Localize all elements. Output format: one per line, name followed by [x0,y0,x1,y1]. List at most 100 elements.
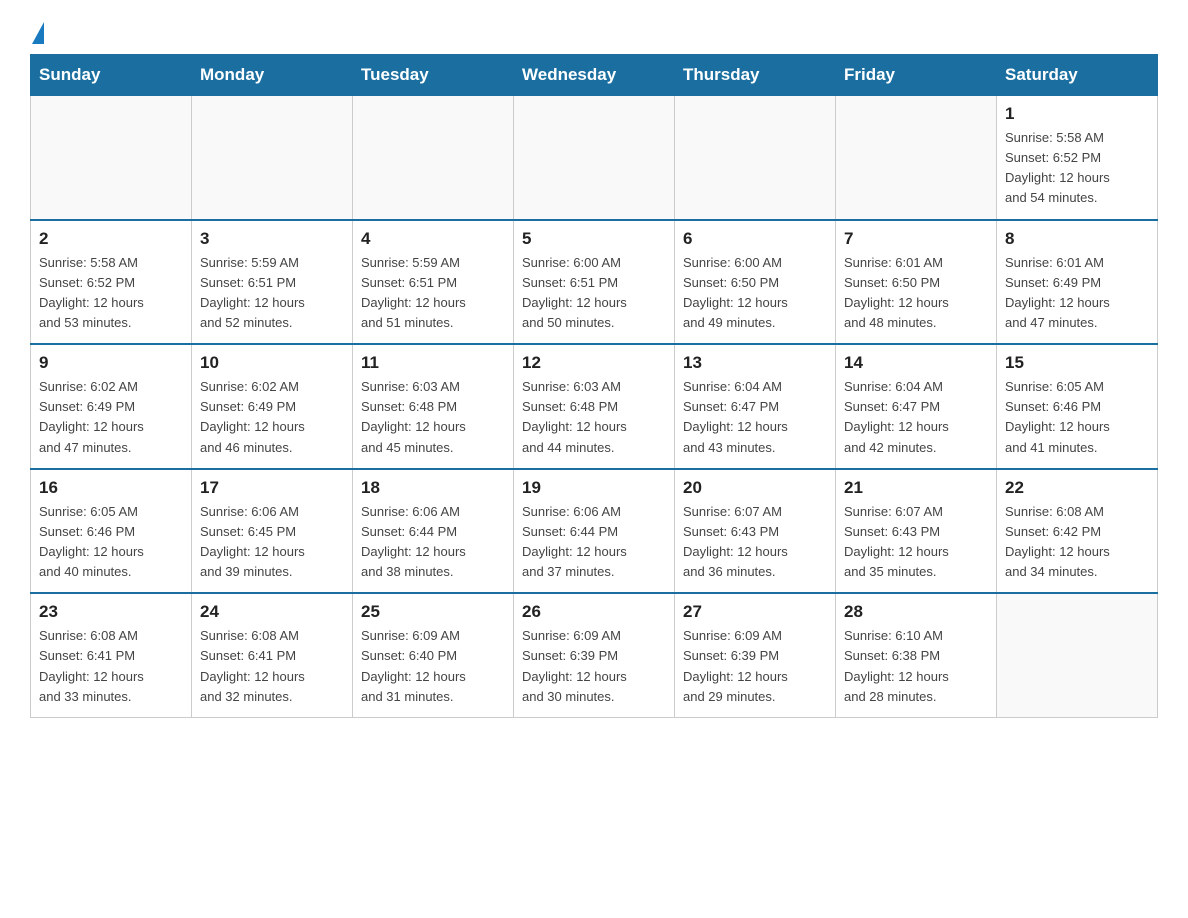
day-info: Sunrise: 6:08 AM Sunset: 6:41 PM Dayligh… [200,626,344,707]
day-number: 21 [844,478,988,498]
day-number: 18 [361,478,505,498]
day-info: Sunrise: 6:02 AM Sunset: 6:49 PM Dayligh… [39,377,183,458]
day-number: 9 [39,353,183,373]
day-number: 8 [1005,229,1149,249]
calendar-header-row: SundayMondayTuesdayWednesdayThursdayFrid… [31,55,1158,96]
day-info: Sunrise: 6:00 AM Sunset: 6:50 PM Dayligh… [683,253,827,334]
day-number: 15 [1005,353,1149,373]
calendar-cell: 26 Sunrise: 6:09 AM Sunset: 6:39 PM Dayli… [514,593,675,717]
week-row-4: 16 Sunrise: 6:05 AM Sunset: 6:46 PM Dayli… [31,469,1158,594]
page-header [30,20,1158,44]
header-thursday: Thursday [675,55,836,96]
calendar-cell [31,96,192,220]
calendar-cell: 16 Sunrise: 6:05 AM Sunset: 6:46 PM Dayli… [31,469,192,594]
day-number: 16 [39,478,183,498]
day-info: Sunrise: 6:09 AM Sunset: 6:40 PM Dayligh… [361,626,505,707]
calendar-cell: 18Sunrise: 6:06 AM Sunset: 6:44 PM Dayli… [353,469,514,594]
calendar-cell: 6 Sunrise: 6:00 AM Sunset: 6:50 PM Daylig… [675,220,836,345]
day-number: 28 [844,602,988,622]
day-number: 27 [683,602,827,622]
day-info: Sunrise: 5:58 AM Sunset: 6:52 PM Dayligh… [1005,128,1149,209]
calendar-cell: 14 Sunrise: 6:04 AM Sunset: 6:47 PM Dayli… [836,344,997,469]
day-number: 24 [200,602,344,622]
day-info: Sunrise: 5:59 AM Sunset: 6:51 PM Dayligh… [200,253,344,334]
calendar-cell: 9 Sunrise: 6:02 AM Sunset: 6:49 PM Daylig… [31,344,192,469]
day-number: 26 [522,602,666,622]
calendar-cell: 24 Sunrise: 6:08 AM Sunset: 6:41 PM Dayli… [192,593,353,717]
calendar-cell [353,96,514,220]
day-info: Sunrise: 6:09 AM Sunset: 6:39 PM Dayligh… [522,626,666,707]
logo-triangle-icon [32,22,44,44]
day-number: 19 [522,478,666,498]
calendar-cell: 8 Sunrise: 6:01 AM Sunset: 6:49 PM Daylig… [997,220,1158,345]
day-info: Sunrise: 6:03 AM Sunset: 6:48 PM Dayligh… [522,377,666,458]
day-info: Sunrise: 6:00 AM Sunset: 6:51 PM Dayligh… [522,253,666,334]
day-number: 20 [683,478,827,498]
week-row-5: 23 Sunrise: 6:08 AM Sunset: 6:41 PM Dayli… [31,593,1158,717]
day-info: Sunrise: 6:04 AM Sunset: 6:47 PM Dayligh… [683,377,827,458]
day-number: 2 [39,229,183,249]
day-number: 1 [1005,104,1149,124]
day-number: 10 [200,353,344,373]
calendar-cell: 1 Sunrise: 5:58 AM Sunset: 6:52 PM Daylig… [997,96,1158,220]
calendar-cell: 20 Sunrise: 6:07 AM Sunset: 6:43 PM Dayli… [675,469,836,594]
day-number: 14 [844,353,988,373]
header-friday: Friday [836,55,997,96]
header-monday: Monday [192,55,353,96]
day-info: Sunrise: 6:01 AM Sunset: 6:49 PM Dayligh… [1005,253,1149,334]
calendar-cell [836,96,997,220]
day-info: Sunrise: 6:05 AM Sunset: 6:46 PM Dayligh… [39,502,183,583]
calendar-cell: 21 Sunrise: 6:07 AM Sunset: 6:43 PM Dayli… [836,469,997,594]
day-info: Sunrise: 6:01 AM Sunset: 6:50 PM Dayligh… [844,253,988,334]
day-number: 4 [361,229,505,249]
calendar-cell: 11 Sunrise: 6:03 AM Sunset: 6:48 PM Dayli… [353,344,514,469]
calendar-cell: 25 Sunrise: 6:09 AM Sunset: 6:40 PM Dayli… [353,593,514,717]
header-tuesday: Tuesday [353,55,514,96]
calendar-cell: 27 Sunrise: 6:09 AM Sunset: 6:39 PM Dayli… [675,593,836,717]
day-info: Sunrise: 6:02 AM Sunset: 6:49 PM Dayligh… [200,377,344,458]
calendar-cell: 28 Sunrise: 6:10 AM Sunset: 6:38 PM Dayli… [836,593,997,717]
day-info: Sunrise: 6:07 AM Sunset: 6:43 PM Dayligh… [683,502,827,583]
day-info: Sunrise: 6:07 AM Sunset: 6:43 PM Dayligh… [844,502,988,583]
day-info: Sunrise: 6:09 AM Sunset: 6:39 PM Dayligh… [683,626,827,707]
calendar-cell: 3 Sunrise: 5:59 AM Sunset: 6:51 PM Daylig… [192,220,353,345]
day-info: Sunrise: 6:03 AM Sunset: 6:48 PM Dayligh… [361,377,505,458]
header-wednesday: Wednesday [514,55,675,96]
day-number: 17 [200,478,344,498]
day-number: 13 [683,353,827,373]
calendar-cell: 4Sunrise: 5:59 AM Sunset: 6:51 PM Daylig… [353,220,514,345]
day-number: 5 [522,229,666,249]
day-number: 11 [361,353,505,373]
week-row-1: 1 Sunrise: 5:58 AM Sunset: 6:52 PM Daylig… [31,96,1158,220]
day-number: 12 [522,353,666,373]
day-number: 7 [844,229,988,249]
day-number: 23 [39,602,183,622]
day-number: 3 [200,229,344,249]
calendar-cell [192,96,353,220]
header-sunday: Sunday [31,55,192,96]
calendar-cell [675,96,836,220]
calendar-cell: 2 Sunrise: 5:58 AM Sunset: 6:52 PM Daylig… [31,220,192,345]
day-info: Sunrise: 6:08 AM Sunset: 6:42 PM Dayligh… [1005,502,1149,583]
day-info: Sunrise: 6:06 AM Sunset: 6:45 PM Dayligh… [200,502,344,583]
calendar-cell: 5 Sunrise: 6:00 AM Sunset: 6:51 PM Daylig… [514,220,675,345]
calendar-cell: 7 Sunrise: 6:01 AM Sunset: 6:50 PM Daylig… [836,220,997,345]
day-info: Sunrise: 6:05 AM Sunset: 6:46 PM Dayligh… [1005,377,1149,458]
day-number: 6 [683,229,827,249]
day-number: 25 [361,602,505,622]
day-info: Sunrise: 5:58 AM Sunset: 6:52 PM Dayligh… [39,253,183,334]
week-row-2: 2 Sunrise: 5:58 AM Sunset: 6:52 PM Daylig… [31,220,1158,345]
calendar-table: SundayMondayTuesdayWednesdayThursdayFrid… [30,54,1158,718]
calendar-cell: 15 Sunrise: 6:05 AM Sunset: 6:46 PM Dayli… [997,344,1158,469]
header-saturday: Saturday [997,55,1158,96]
calendar-cell [514,96,675,220]
calendar-cell: 23Sunrise: 6:08 AM Sunset: 6:41 PM Dayli… [31,593,192,717]
calendar-cell: 10 Sunrise: 6:02 AM Sunset: 6:49 PM Dayli… [192,344,353,469]
calendar-cell [997,593,1158,717]
day-info: Sunrise: 6:10 AM Sunset: 6:38 PM Dayligh… [844,626,988,707]
calendar-cell: 13 Sunrise: 6:04 AM Sunset: 6:47 PM Dayli… [675,344,836,469]
calendar-cell: 22 Sunrise: 6:08 AM Sunset: 6:42 PM Dayli… [997,469,1158,594]
calendar-cell: 12 Sunrise: 6:03 AM Sunset: 6:48 PM Dayli… [514,344,675,469]
day-number: 22 [1005,478,1149,498]
day-info: Sunrise: 6:04 AM Sunset: 6:47 PM Dayligh… [844,377,988,458]
